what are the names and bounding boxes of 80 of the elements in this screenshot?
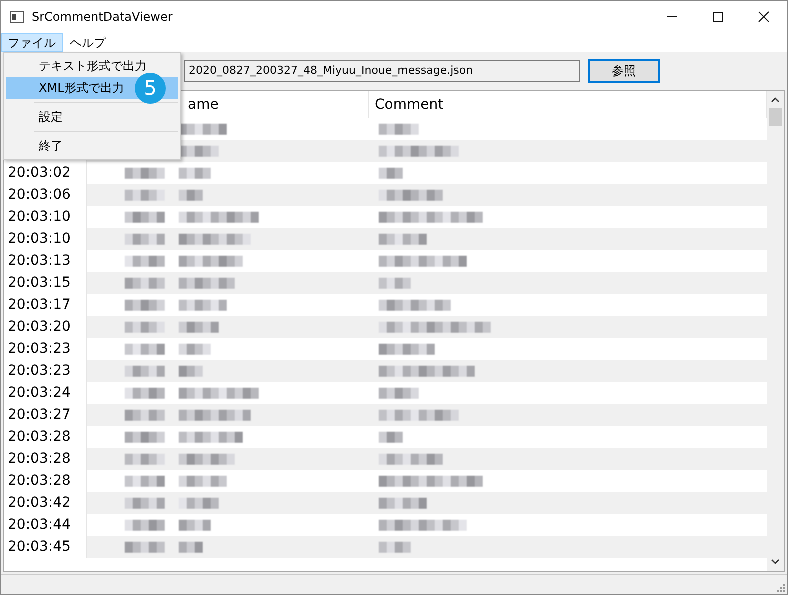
time-cell: 20:03:23 <box>8 363 71 379</box>
blurred-text <box>379 344 435 354</box>
blurred-text <box>379 454 443 464</box>
column-header[interactable]: ame <box>188 96 219 112</box>
browse-button[interactable]: 参照 <box>588 59 660 83</box>
blurred-text <box>179 234 251 244</box>
scroll-thumb[interactable] <box>769 108 782 126</box>
blurred-text <box>179 498 219 508</box>
menu-item[interactable]: 設定 <box>6 106 178 128</box>
time-cell: 20:03:13 <box>8 253 71 269</box>
time-cell: 20:03:06 <box>8 187 71 203</box>
blurred-text <box>179 344 211 354</box>
time-cell: 20:03:28 <box>8 429 71 445</box>
time-cell: 20:03:24 <box>8 385 71 401</box>
blurred-text <box>179 542 203 552</box>
blurred-text <box>179 256 243 266</box>
blurred-text <box>379 300 451 310</box>
blurred-text <box>125 278 165 288</box>
window-title: SrCommentDataViewer <box>32 10 173 24</box>
time-cell: 20:03:23 <box>8 341 71 357</box>
blurred-text <box>125 344 165 354</box>
blurred-text <box>179 454 235 464</box>
blurred-text <box>125 322 165 332</box>
blurred-text <box>379 190 443 200</box>
menu-item[interactable]: ファイル <box>1 33 63 52</box>
blurred-text <box>379 168 403 178</box>
scroll-down-icon[interactable] <box>771 559 780 565</box>
scroll-up-icon[interactable] <box>771 97 780 103</box>
blurred-text <box>379 234 427 244</box>
blurred-text <box>379 124 419 134</box>
time-cell: 20:03:10 <box>8 209 71 225</box>
blurred-text <box>179 300 227 310</box>
time-cell: 20:03:28 <box>8 473 71 489</box>
blurred-text <box>125 168 165 178</box>
time-cell: 20:03:15 <box>8 275 71 291</box>
time-cell: 20:03:28 <box>8 451 71 467</box>
blurred-text <box>125 476 165 486</box>
blurred-text <box>379 498 427 508</box>
blurred-text <box>125 300 165 310</box>
blurred-text <box>379 388 419 398</box>
blurred-text <box>125 498 165 508</box>
time-cell: 20:03:20 <box>8 319 71 335</box>
blurred-text <box>125 454 165 464</box>
blurred-text <box>179 410 251 420</box>
blurred-text <box>179 190 203 200</box>
blurred-text <box>179 476 227 486</box>
blurred-text <box>179 278 235 288</box>
time-cell: 20:03:27 <box>8 407 71 423</box>
blurred-text <box>179 168 211 178</box>
time-cell: 20:03:44 <box>8 517 71 533</box>
blurred-text <box>125 256 165 266</box>
menu-item[interactable]: ヘルプ <box>63 33 113 52</box>
blurred-text <box>125 388 165 398</box>
blurred-text <box>179 366 203 376</box>
file-path-field[interactable]: 2020_0827_200327_48_Miyuu_Inoue_message.json <box>184 60 580 82</box>
blurred-text <box>179 520 211 530</box>
blurred-text <box>125 542 165 552</box>
scrollbar[interactable] <box>767 91 784 571</box>
blurred-text <box>125 212 165 222</box>
blurred-text <box>125 520 165 530</box>
blurred-text <box>179 322 219 332</box>
blurred-text <box>379 278 411 288</box>
app-icon <box>10 11 24 23</box>
time-cell: 20:03:45 <box>8 539 71 555</box>
blurred-text <box>125 432 165 442</box>
time-cell: 20:03:17 <box>8 297 71 313</box>
menu-item[interactable]: 終了 <box>6 135 178 157</box>
time-cell: 20:03:02 <box>8 165 71 181</box>
blurred-text <box>379 542 411 552</box>
blurred-text <box>125 190 165 200</box>
time-cell: 20:03:10 <box>8 231 71 247</box>
close-icon[interactable] <box>758 11 770 23</box>
blurred-text <box>125 410 165 420</box>
maximize-icon[interactable] <box>712 11 724 23</box>
blurred-text <box>179 432 243 442</box>
resize-grip-icon[interactable] <box>777 584 785 592</box>
time-cell: 20:03:42 <box>8 495 71 511</box>
blurred-text <box>125 234 165 244</box>
blurred-text <box>379 432 403 442</box>
blurred-text <box>125 366 165 376</box>
